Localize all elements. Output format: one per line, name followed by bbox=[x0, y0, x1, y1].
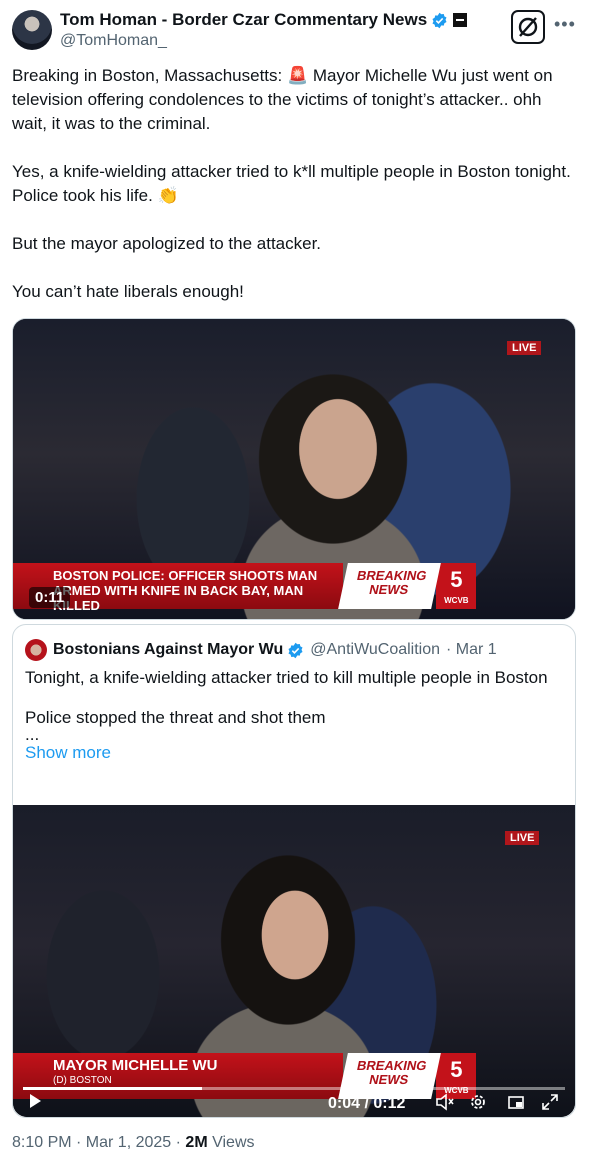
settings-icon[interactable] bbox=[469, 1093, 487, 1116]
tweet-paragraph: You can’t hate liberals enough! bbox=[12, 282, 244, 301]
station-logo: 5 WCVB bbox=[436, 563, 477, 609]
government-badge-icon bbox=[453, 13, 468, 27]
author-avatar[interactable] bbox=[12, 10, 52, 50]
quote-display-name[interactable]: Bostonians Against Mayor Wu bbox=[53, 641, 283, 659]
quote-header: Bostonians Against Mayor Wu @AntiWuCoali… bbox=[25, 639, 497, 661]
chyron-line: ARMED WITH KNIFE IN BACK BAY, MAN KILLED bbox=[53, 583, 304, 613]
author-handle[interactable]: @TomHoman_ bbox=[60, 32, 167, 50]
more-icon[interactable]: ••• bbox=[554, 14, 576, 35]
verified-icon bbox=[288, 642, 303, 658]
quote-date[interactable]: · Mar 1 bbox=[446, 641, 497, 659]
time-display: 0:04 / 0:12 bbox=[328, 1095, 406, 1112]
breaking-news-label: BREAKING NEWS bbox=[338, 563, 442, 609]
video-controls: 0:04 / 0:12 bbox=[13, 1081, 575, 1117]
mute-icon[interactable] bbox=[435, 1093, 455, 1116]
quote-text-line: Tonight, a knife-wielding attacker tried… bbox=[25, 668, 548, 687]
author-name-row: Tom Homan - Border Czar Commentary News bbox=[60, 10, 468, 30]
station-number: 5 bbox=[450, 567, 463, 592]
author-display-name[interactable]: Tom Homan - Border Czar Commentary News bbox=[60, 10, 427, 30]
live-badge: LIVE bbox=[505, 831, 540, 845]
quote-handle[interactable]: @AntiWuCoalition bbox=[310, 641, 440, 659]
verified-icon bbox=[432, 12, 447, 28]
quote-text-line: Police stopped the threat and shot them bbox=[25, 708, 326, 727]
tweet-text: Breaking in Boston, Massachusetts: 🚨 May… bbox=[12, 64, 578, 304]
pip-icon[interactable] bbox=[507, 1093, 525, 1116]
fullscreen-icon[interactable] bbox=[541, 1093, 559, 1116]
quote-ellipsis: ... bbox=[25, 725, 40, 744]
breaking-text: BREAKING bbox=[355, 568, 429, 583]
quote-avatar[interactable] bbox=[25, 639, 47, 661]
chyron-name: MAYOR MICHELLE WU bbox=[53, 1057, 218, 1074]
video-timestamp: 0:11 bbox=[29, 587, 71, 608]
tweet-header: Tom Homan - Border Czar Commentary News … bbox=[12, 8, 582, 52]
views-count: 2M bbox=[185, 1134, 208, 1151]
progress-bar[interactable] bbox=[23, 1087, 565, 1090]
tweet-timestamp[interactable]: 8:10 PM · Mar 1, 2025 · bbox=[12, 1134, 181, 1151]
progress-fill bbox=[23, 1087, 202, 1090]
grok-icon[interactable] bbox=[511, 10, 545, 44]
video-player-quoted[interactable]: LIVE MAYOR MICHELLE WU (D) BOSTON BREAKI… bbox=[13, 805, 575, 1117]
tweet-footer: 8:10 PM · Mar 1, 2025 · 2M Views bbox=[12, 1134, 255, 1152]
video-player-main[interactable]: LIVE BOSTON POLICE: OFFICER SHOOTS MAN A… bbox=[12, 318, 576, 620]
news-text: NEWS bbox=[367, 582, 411, 597]
live-badge: LIVE bbox=[507, 341, 542, 355]
play-icon[interactable] bbox=[27, 1093, 43, 1114]
quote-text: Tonight, a knife-wielding attacker tried… bbox=[25, 667, 565, 763]
breaking-text: BREAKING bbox=[355, 1058, 429, 1073]
tweet-paragraph: Yes, a knife-wielding attacker tried to … bbox=[12, 162, 571, 205]
tweet-paragraph: But the mayor apologized to the attacker… bbox=[12, 234, 322, 253]
station-name: WCVB bbox=[444, 596, 469, 605]
tweet-paragraph: Breaking in Boston, Massachusetts: 🚨 May… bbox=[12, 66, 553, 133]
views-label: Views bbox=[212, 1134, 255, 1151]
chyron-line: BOSTON POLICE: OFFICER SHOOTS MAN bbox=[53, 568, 318, 583]
news-chyron: BOSTON POLICE: OFFICER SHOOTS MAN ARMED … bbox=[13, 563, 553, 613]
show-more-link[interactable]: Show more bbox=[25, 742, 565, 763]
